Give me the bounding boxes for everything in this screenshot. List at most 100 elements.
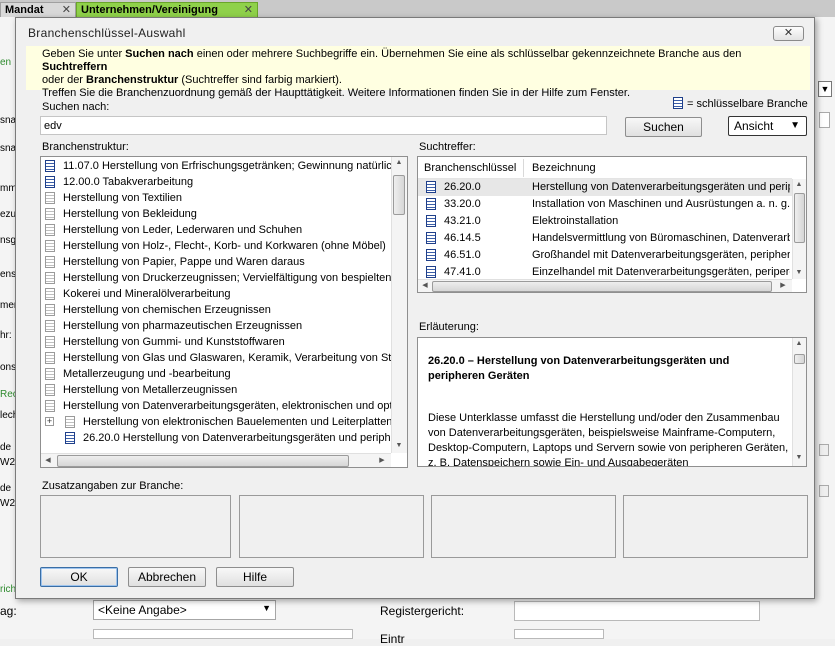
scroll-thumb[interactable] bbox=[794, 354, 805, 364]
bg-fragment: de bbox=[0, 442, 12, 453]
keine-angabe-select[interactable]: <Keine Angabe> ▼ bbox=[93, 600, 276, 620]
background-left-panel: en sna sna mm ezu nsge ensi men hr: onsi… bbox=[0, 17, 22, 639]
keyable-document-icon bbox=[426, 198, 436, 210]
search-input[interactable] bbox=[40, 116, 607, 135]
bg-fragment: ezu bbox=[0, 209, 17, 220]
scroll-down-icon[interactable]: ▼ bbox=[392, 442, 406, 449]
result-description: Großhandel mit Datenverarbeitungsgeräten… bbox=[532, 249, 790, 261]
close-icon[interactable]: ✕ bbox=[244, 3, 253, 18]
scroll-down-icon[interactable]: ▼ bbox=[793, 454, 805, 461]
document-icon bbox=[45, 400, 55, 412]
keyable-document-icon bbox=[426, 215, 436, 227]
bg-input[interactable] bbox=[514, 629, 604, 639]
bg-fragment: W2 bbox=[0, 498, 15, 509]
registergericht-label: Registergericht: bbox=[380, 604, 465, 618]
chevron-down-icon[interactable]: ▼ bbox=[818, 81, 832, 97]
column-header-code[interactable]: Branchenschlüssel bbox=[424, 162, 516, 174]
ok-button[interactable]: OK bbox=[40, 567, 118, 587]
scroll-thumb[interactable] bbox=[57, 455, 349, 467]
tree-item-label: Kokerei und Mineralölverarbeitung bbox=[63, 288, 231, 300]
document-icon bbox=[45, 224, 55, 236]
keyable-document-icon bbox=[426, 181, 436, 193]
tree-item-label: Herstellung von Metallerzeugnissen bbox=[63, 384, 238, 396]
industry-tree[interactable]: 11.07.0 Herstellung von Erfrischungsgetr… bbox=[40, 156, 408, 468]
bg-input[interactable] bbox=[93, 629, 353, 639]
close-button[interactable]: ✕ bbox=[773, 26, 804, 41]
document-icon bbox=[45, 368, 55, 380]
bg-button-stub[interactable] bbox=[819, 485, 829, 497]
additional-info-box bbox=[431, 495, 616, 558]
keyable-document-icon bbox=[426, 249, 436, 261]
scroll-up-icon[interactable]: ▲ bbox=[392, 159, 406, 166]
bg-fragment: hr: bbox=[0, 330, 12, 341]
scroll-right-icon[interactable]: ▶ bbox=[375, 456, 389, 464]
result-row[interactable]: 33.20.0 Installation von Maschinen und Au… bbox=[418, 196, 792, 213]
registergericht-input[interactable] bbox=[514, 601, 760, 621]
explanation-panel[interactable]: 26.20.0 – Herstellung von Datenverarbeit… bbox=[417, 337, 807, 467]
document-icon bbox=[45, 240, 55, 252]
document-icon bbox=[45, 320, 55, 332]
scroll-thumb[interactable] bbox=[432, 281, 772, 292]
chevron-down-icon: ▼ bbox=[262, 603, 271, 613]
scroll-left-icon[interactable]: ◀ bbox=[41, 456, 55, 464]
results-label: Suchtreffer: bbox=[419, 141, 476, 153]
view-dropdown-button[interactable]: Ansicht ▼ bbox=[728, 116, 807, 136]
document-icon bbox=[45, 256, 55, 268]
additional-info-box bbox=[623, 495, 808, 558]
dialog-title: Branchenschlüssel-Auswahl bbox=[28, 26, 186, 40]
tree-item-label: Herstellung von Leder, Lederwaren und Sc… bbox=[63, 224, 303, 236]
results-horizontal-scrollbar[interactable]: ◀ ▶ bbox=[418, 279, 792, 292]
keyable-document-icon bbox=[65, 432, 75, 444]
tab-unternehmen[interactable]: Unternehmen/Vereinigung ✕ bbox=[76, 2, 258, 17]
result-code: 33.20.0 bbox=[444, 198, 481, 210]
result-description: Installation von Maschinen und Ausrüstun… bbox=[532, 198, 790, 210]
column-header-description[interactable]: Bezeichnung bbox=[532, 162, 596, 174]
tree-item-label: Herstellung von Holz-, Flecht-, Korb- un… bbox=[63, 240, 386, 252]
result-description: Handelsvermittlung von Büromaschinen, Da… bbox=[532, 232, 790, 244]
explanation-text: Diese Unterklasse umfasst die Herstellun… bbox=[428, 412, 789, 467]
tree-item-label: Herstellung von pharmazeutischen Erzeugn… bbox=[63, 320, 303, 332]
results-vertical-scrollbar[interactable]: ▲ ▼ bbox=[792, 179, 806, 279]
scroll-thumb[interactable] bbox=[393, 175, 405, 215]
scroll-left-icon[interactable]: ◀ bbox=[418, 281, 432, 289]
tree-item-label: 26.20.0 Herstellung von Datenverarbeitun… bbox=[83, 432, 401, 444]
tree-horizontal-scrollbar[interactable]: ◀ ▶ bbox=[41, 453, 391, 467]
dialog-titlebar[interactable]: Branchenschlüssel-Auswahl ✕ bbox=[16, 18, 814, 46]
scroll-up-icon[interactable]: ▲ bbox=[793, 181, 805, 188]
help-button[interactable]: Hilfe bbox=[216, 567, 294, 587]
result-row[interactable]: 46.14.5 Handelsvermittlung von Büromaschi… bbox=[418, 230, 792, 247]
search-button[interactable]: Suchen bbox=[625, 117, 702, 137]
scroll-right-icon[interactable]: ▶ bbox=[776, 281, 790, 289]
tab-unternehmen-label: Unternehmen/Vereinigung bbox=[81, 4, 218, 16]
result-row[interactable]: 46.51.0 Großhandel mit Datenverarbeitungs… bbox=[418, 247, 792, 264]
bg-button-stub[interactable] bbox=[819, 444, 829, 456]
explanation-vertical-scrollbar[interactable]: ▲ ▼ bbox=[792, 338, 806, 466]
tree-item-label: Herstellung von Datenverarbeitungsgeräte… bbox=[63, 400, 401, 412]
search-results-table[interactable]: Branchenschlüssel Bezeichnung 26.20.0 Her… bbox=[417, 156, 807, 293]
bg-field2-label: Eintr bbox=[380, 632, 405, 646]
bg-input-stub[interactable] bbox=[819, 112, 830, 128]
bg-fragment: ag: bbox=[0, 604, 17, 618]
bg-fragment: rich bbox=[0, 584, 17, 595]
document-icon bbox=[45, 352, 55, 364]
tree-item-label: Herstellung von elektronischen Bauelemen… bbox=[83, 416, 393, 428]
result-row[interactable]: 26.20.0 Herstellung von Datenverarbeitung… bbox=[418, 179, 792, 196]
tab-mandat[interactable]: Mandat ✕ bbox=[0, 2, 76, 17]
expand-icon[interactable]: + bbox=[45, 417, 54, 426]
close-icon[interactable]: ✕ bbox=[62, 3, 71, 18]
document-icon bbox=[45, 304, 55, 316]
close-icon: ✕ bbox=[783, 27, 794, 39]
tree-vertical-scrollbar[interactable]: ▲ ▼ bbox=[391, 157, 407, 453]
result-row[interactable]: 43.21.0 Elektroinstallation bbox=[418, 213, 792, 230]
scroll-up-icon[interactable]: ▲ bbox=[793, 340, 805, 347]
cancel-button[interactable]: Abbrechen bbox=[128, 567, 206, 587]
column-separator[interactable] bbox=[523, 159, 524, 177]
scroll-down-icon[interactable]: ▼ bbox=[793, 269, 805, 276]
result-description: Herstellung von Datenverarbeitungsgeräte… bbox=[532, 181, 790, 193]
scroll-thumb[interactable] bbox=[794, 193, 805, 243]
tree-item-label: Herstellung von Druckerzeugnissen; Vervi… bbox=[63, 272, 401, 284]
background-right-panel: ▼ bbox=[815, 17, 835, 639]
info-line-1: Geben Sie unter Suchen nach einen oder m… bbox=[42, 48, 742, 73]
background-tabbar: Mandat ✕ Unternehmen/Vereinigung ✕ bbox=[0, 0, 835, 17]
tree-item-label: Herstellung von Papier, Pappe und Waren … bbox=[63, 256, 305, 268]
